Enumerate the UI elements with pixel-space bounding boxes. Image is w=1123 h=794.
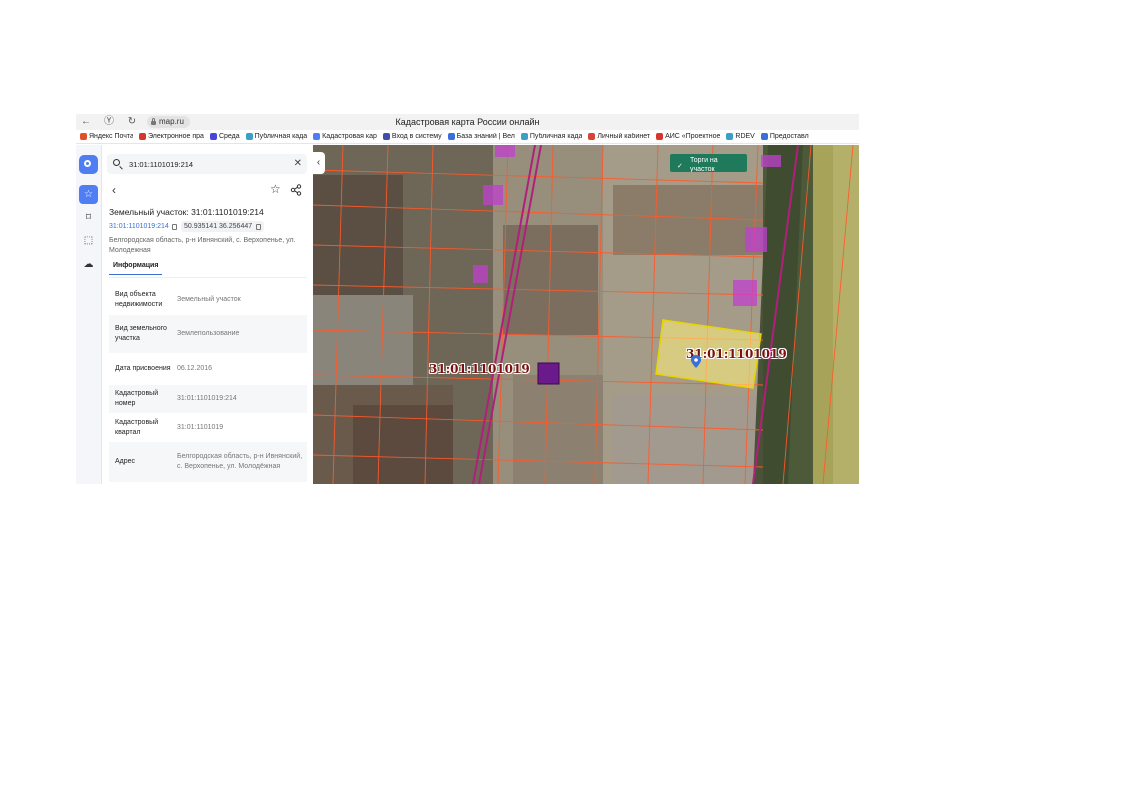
- object-address: Белгородская область, р-н Ивнянский, с. …: [109, 237, 296, 254]
- public-map-icon: [520, 133, 528, 140]
- search-icon: [113, 159, 120, 166]
- row-label: Кадастровый квартал: [115, 418, 159, 436]
- favorite-star-icon[interactable]: ☆: [270, 183, 281, 195]
- gmail-icon: [588, 133, 596, 140]
- quarter-label: 31:01:1101019: [429, 362, 530, 376]
- coordinates-text: 50.935141 36.256447: [184, 223, 253, 230]
- login-icon: [382, 133, 390, 140]
- satellite-map: [313, 145, 859, 484]
- bookmark-label: АИС «Проектное: [665, 133, 721, 140]
- table-row: Дата присвоения 06.12.2016: [109, 353, 307, 385]
- row-label: Кадастровый номер: [115, 390, 159, 407]
- bookmark-label: Электронное пра: [148, 133, 204, 140]
- close-icon[interactable]: ✕: [294, 157, 302, 171]
- table-row: Адрес Белгородская область, р-н Ивнянски…: [109, 442, 307, 482]
- table-row: Вид земельного участка Землепользование: [109, 315, 307, 353]
- table-row: Вид объекта недвижимости Земельный участ…: [109, 284, 307, 315]
- address-bar[interactable]: map.ru: [147, 116, 190, 128]
- location-pin-icon[interactable]: [691, 355, 701, 368]
- bookmark-item[interactable]: Среда: [209, 133, 240, 140]
- row-value: 06.12.2016: [177, 365, 213, 372]
- knowledge-icon: [447, 133, 455, 140]
- back-arrow-icon[interactable]: ←: [79, 115, 93, 129]
- coordinates-chip[interactable]: 50.935141 36.256447: [181, 221, 265, 232]
- window-title: Кадастровая карта России онлайн: [395, 117, 540, 127]
- bookmark-label: Среда: [218, 133, 240, 140]
- bookmark-label: Кадастровая кар: [322, 133, 377, 140]
- search-logo-icon[interactable]: [79, 155, 98, 174]
- measure-icon[interactable]: ⌑: [79, 208, 98, 227]
- row-value: 31:01:1101019:214: [177, 395, 237, 402]
- check-icon: ✓: [677, 163, 683, 170]
- bookmark-label: Вход в систему: [391, 133, 442, 140]
- bookmark-item[interactable]: АИС «Проектное: [656, 133, 720, 140]
- bookmark-item[interactable]: Публичная када: [245, 133, 308, 140]
- bookmark-label: Предоставл: [769, 133, 809, 140]
- table-row: Кадастровый квартал 31:01:1101019: [109, 413, 307, 442]
- service-icon: [760, 133, 768, 140]
- search-box[interactable]: ✕: [107, 154, 307, 174]
- reload-icon[interactable]: ↻: [125, 115, 139, 129]
- tab-divider: [109, 277, 307, 278]
- share-icon[interactable]: [290, 184, 302, 196]
- search-input[interactable]: [129, 157, 279, 171]
- sreda-icon: [209, 133, 217, 140]
- select-area-icon[interactable]: ⬚: [79, 231, 98, 250]
- bookmark-item[interactable]: Публичная када: [520, 133, 583, 140]
- arrow-up-icon: [139, 133, 146, 140]
- bookmark-item[interactable]: Предоставл: [760, 133, 809, 140]
- public-map-icon: [245, 133, 253, 140]
- browser-window: ← Ⓨ ↻ map.ru Кадастровая карта России он…: [76, 114, 859, 484]
- copy-icon[interactable]: [171, 223, 177, 230]
- cadastral-map[interactable]: ✓ Торги на участок 31:01:1101019 31:01:1…: [313, 145, 859, 484]
- row-label: Вид земельного участка: [115, 325, 167, 342]
- auction-badge[interactable]: ✓ Торги на участок: [670, 154, 747, 172]
- bookmark-item[interactable]: База знаний | Вел: [447, 133, 515, 140]
- bookmark-label: Личный кабинет: [597, 133, 651, 140]
- bookmark-label: База знаний | Вел: [456, 133, 515, 140]
- table-row: Кадастровый номер 31:01:1101019:214: [109, 385, 307, 413]
- collapse-panel-chevron-icon[interactable]: ‹: [312, 152, 325, 174]
- arrow-up-icon: [656, 133, 664, 140]
- bookmark-label: RDEV: [735, 133, 755, 140]
- back-chevron-icon[interactable]: ‹: [112, 184, 116, 196]
- row-value: 31:01:1101019: [177, 423, 224, 431]
- row-value: Белгородская область, р-н Ивнянский, с. …: [177, 453, 303, 470]
- bookmark-label: Публичная када: [254, 133, 308, 140]
- row-value: Землепользование: [177, 330, 240, 337]
- url-text: map.ru: [159, 117, 184, 126]
- browser-toolbar: ← Ⓨ ↻ map.ru Кадастровая карта России он…: [76, 114, 859, 130]
- bookmark-label: Яндекс Почта: [89, 133, 133, 140]
- bookmark-item[interactable]: Яндекс Почта: [80, 133, 133, 140]
- rdev-icon: [726, 133, 734, 140]
- bookmark-item[interactable]: Личный кабинет: [588, 133, 650, 140]
- row-label: Адрес: [115, 458, 136, 465]
- auction-label: Торги на участок: [690, 157, 718, 172]
- cloud-icon[interactable]: ☁: [79, 255, 98, 274]
- bookmarks-bar: Яндекс Почта Электронное пра Среда Публична…: [76, 130, 859, 144]
- lock-icon: [151, 118, 156, 125]
- object-title: Земельный участок: 31:01:1101019:214: [109, 207, 264, 217]
- info-table: Вид объекта недвижимости Земельный участ…: [109, 284, 307, 482]
- bookmark-item[interactable]: Кадастровая кар: [313, 133, 377, 140]
- cadastral-number-text: 31:01:1101019:214: [109, 223, 169, 230]
- bookmark-label: Публичная када: [529, 133, 583, 140]
- left-rail: ☆ ⌑ ⬚ ☁: [76, 145, 102, 484]
- mail-icon: [80, 133, 87, 140]
- bookmark-item[interactable]: Вход в систему: [382, 133, 442, 140]
- bookmark-item[interactable]: Электронное пра: [139, 133, 204, 140]
- bookmark-item[interactable]: RDEV: [726, 133, 755, 140]
- cadastre-icon: [313, 133, 321, 140]
- tab-information[interactable]: Информация: [109, 262, 163, 275]
- copy-icon[interactable]: [256, 223, 262, 230]
- object-panel: ✕ ‹ ☆ Земельный участок: 31:01:1101019:2…: [102, 145, 312, 484]
- star-icon[interactable]: ☆: [79, 185, 98, 204]
- row-value: Земельный участок: [177, 295, 241, 303]
- row-label: Вид объекта недвижимости: [115, 290, 163, 308]
- quarter-label: 31:01:1101019: [686, 347, 787, 361]
- row-label: Дата присвоения: [115, 365, 171, 372]
- yandex-icon[interactable]: Ⓨ: [102, 115, 116, 129]
- cadastral-number-link[interactable]: 31:01:1101019:214: [109, 223, 177, 230]
